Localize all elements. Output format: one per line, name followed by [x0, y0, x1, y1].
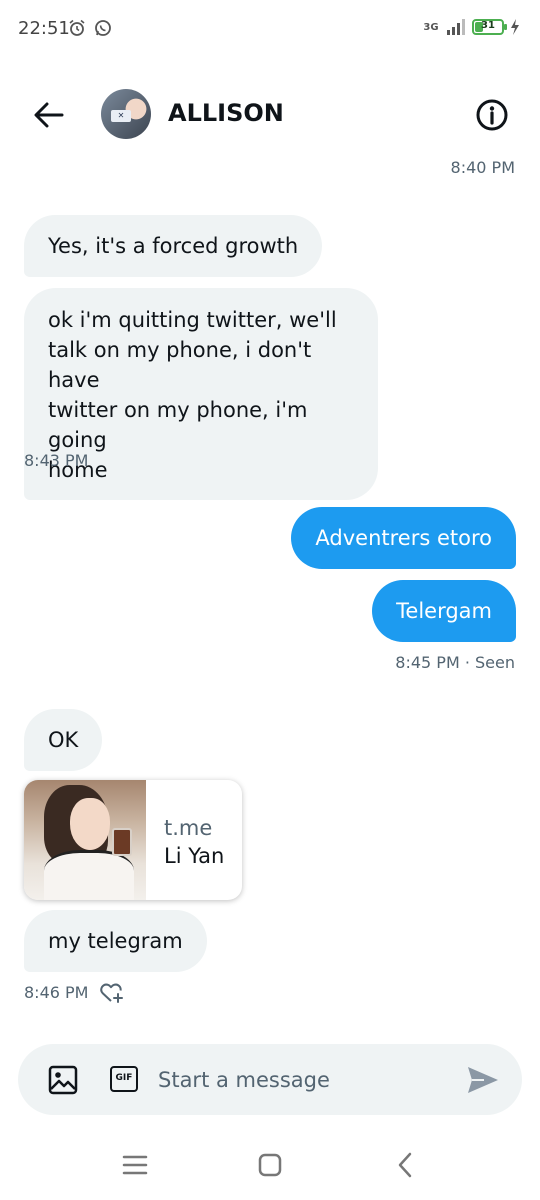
- outgoing-message[interactable]: Adventrers etoro: [291, 507, 516, 569]
- message-line: twitter on my phone, i'm going: [48, 398, 308, 452]
- arrow-left-icon: [34, 102, 64, 128]
- message-line: home: [48, 458, 108, 482]
- signal-icon: [447, 19, 465, 35]
- network-type: 3G: [423, 21, 439, 33]
- status-time: 22:51: [18, 18, 70, 39]
- chevron-left-icon: [398, 1152, 412, 1178]
- info-button[interactable]: [473, 96, 511, 134]
- info-circle-icon: [476, 99, 508, 131]
- status-system-icons: 3G 31: [422, 18, 520, 36]
- system-back-button[interactable]: [390, 1150, 420, 1180]
- system-nav-bar: [0, 1130, 540, 1200]
- home-square-icon: [258, 1153, 282, 1177]
- battery-level: 31: [481, 20, 495, 31]
- outgoing-message[interactable]: Telergam: [372, 580, 516, 642]
- link-domain: t.me: [164, 816, 213, 840]
- incoming-message[interactable]: my telegram: [24, 910, 207, 972]
- add-image-button[interactable]: [48, 1065, 78, 1099]
- send-button[interactable]: [466, 1064, 500, 1096]
- home-button[interactable]: [255, 1150, 285, 1180]
- status-bar: 22:51 3G 31: [0, 0, 540, 60]
- react-button[interactable]: [99, 981, 125, 1005]
- send-icon: [468, 1067, 498, 1093]
- battery-icon: 31: [472, 19, 507, 35]
- contact-name[interactable]: ALLISON: [168, 99, 284, 127]
- link-text: t.me Li Yan: [164, 814, 224, 870]
- message-input[interactable]: [158, 1062, 448, 1098]
- incoming-message[interactable]: OK: [24, 709, 103, 771]
- link-preview-card[interactable]: t.me Li Yan: [24, 780, 242, 900]
- link-title: Li Yan: [164, 844, 225, 868]
- menu-lines-icon: [122, 1155, 148, 1175]
- message-line: ok i'm quitting twitter, we'll: [48, 308, 337, 332]
- avatar[interactable]: ✕: [101, 89, 151, 139]
- message-timestamp: 8:46 PM: [24, 983, 89, 1002]
- message-line: talk on my phone, i don't have: [48, 338, 312, 392]
- whatsapp-icon: [95, 20, 111, 36]
- status-notification-icons: [68, 19, 112, 37]
- message-timestamp-seen: 8:45 PM · Seen: [395, 653, 515, 672]
- back-button[interactable]: [30, 96, 68, 134]
- avatar-badge: ✕: [111, 110, 131, 122]
- message-timestamp: 8:43 PM: [24, 451, 89, 470]
- link-thumbnail: [24, 780, 146, 900]
- charging-icon: [511, 19, 519, 35]
- image-icon: [48, 1065, 78, 1095]
- conversation-header: ✕ ALLISON: [0, 80, 540, 150]
- recent-apps-button[interactable]: [120, 1150, 150, 1180]
- message-timestamp: 8:40 PM: [450, 158, 515, 177]
- incoming-message[interactable]: Yes, it's a forced growth: [24, 215, 323, 277]
- alarm-icon: [69, 19, 85, 36]
- message-composer: GIF: [18, 1044, 522, 1115]
- heart-plus-icon: [100, 983, 123, 1003]
- gif-button[interactable]: GIF: [110, 1066, 138, 1092]
